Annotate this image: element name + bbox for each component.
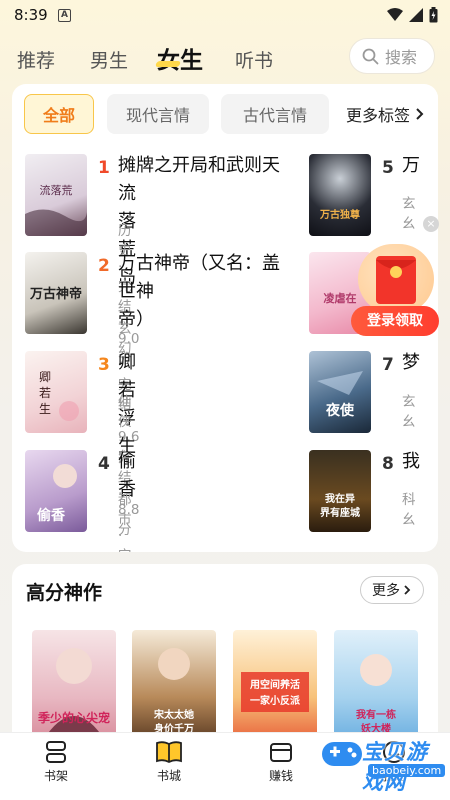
svg-text:若: 若 bbox=[39, 386, 51, 400]
book-rank: 7 bbox=[382, 355, 394, 375]
book-title[interactable]: 摊牌之开局和武则天 bbox=[118, 152, 280, 180]
status-time: 8:39 bbox=[14, 6, 48, 24]
tab-male[interactable]: 男生 bbox=[90, 46, 128, 73]
svg-text:生: 生 bbox=[39, 402, 51, 416]
search-label: 搜索 bbox=[385, 48, 418, 67]
nav-label: 书城 bbox=[156, 769, 181, 783]
wallet-icon bbox=[270, 743, 292, 762]
tag-modern-romance[interactable]: 现代言情 bbox=[107, 94, 209, 134]
book-cover[interactable]: 宋太太她 身价千万 bbox=[132, 630, 216, 742]
book-title[interactable]: 万古神帝（又名：盖 bbox=[118, 250, 280, 278]
book-title[interactable]: 我 bbox=[402, 448, 420, 476]
nav-bookstore[interactable]: 书城 bbox=[139, 739, 199, 784]
svg-text:我在异: 我在异 bbox=[325, 492, 355, 505]
book-meta: 都市 · 完结 · 9.4分 bbox=[118, 492, 132, 552]
tab-female[interactable]: 女生 bbox=[157, 41, 203, 75]
svg-text:用空间养活: 用空间养活 bbox=[249, 678, 300, 691]
chevron-right-icon bbox=[416, 108, 424, 120]
svg-text:我有一栋: 我有一栋 bbox=[356, 708, 396, 721]
status-icons bbox=[387, 7, 438, 23]
red-envelope-promo[interactable] bbox=[358, 244, 434, 314]
svg-text:凌虐在: 凌虐在 bbox=[324, 291, 357, 305]
book-cover[interactable]: 流落荒 bbox=[25, 154, 87, 236]
svg-text:夜使: 夜使 bbox=[325, 402, 355, 419]
book-cover[interactable]: 卿若生 bbox=[25, 351, 87, 433]
book-cover[interactable]: 用空间养活一家小反派 bbox=[233, 630, 317, 742]
watermark: 宝贝游戏网 baobeiy.com bbox=[318, 734, 446, 794]
signal-icon bbox=[409, 8, 423, 22]
book-meta: 玄幺 bbox=[402, 196, 416, 232]
close-icon[interactable]: × bbox=[423, 216, 439, 232]
book-rank: 1 bbox=[98, 158, 110, 178]
active-tab-indicator bbox=[154, 61, 182, 67]
tab-recommend[interactable]: 推荐 bbox=[17, 46, 55, 73]
tag-all[interactable]: 全部 bbox=[24, 94, 94, 134]
section-title: 高分神作 bbox=[26, 582, 103, 604]
book-meta: 科幺 bbox=[402, 492, 416, 528]
chevron-right-icon bbox=[404, 585, 411, 595]
login-claim-button[interactable]: 登录领取 bbox=[351, 306, 439, 336]
book-cover[interactable]: 夜使 bbox=[309, 351, 371, 433]
svg-text:偷香: 偷香 bbox=[37, 507, 66, 524]
tag-ancient-romance[interactable]: 古代言情 bbox=[221, 94, 329, 134]
tag-filter-bar: 全部 现代言情 古代言情 更多标签 bbox=[24, 94, 438, 136]
wifi-icon bbox=[387, 8, 403, 21]
status-bar: 8:39 A bbox=[0, 0, 450, 32]
svg-text:万古独尊: 万古独尊 bbox=[319, 208, 360, 221]
bookshelf-icon bbox=[46, 741, 66, 763]
search-button[interactable]: 搜索 bbox=[349, 38, 435, 74]
battery-icon bbox=[429, 7, 438, 23]
gamepad-icon bbox=[322, 742, 362, 766]
book-cover[interactable]: 偷香 bbox=[25, 450, 87, 532]
svg-text:万古神帝: 万古神帝 bbox=[29, 286, 82, 302]
svg-text:界有座城: 界有座城 bbox=[320, 506, 360, 519]
book-rank: 3 bbox=[98, 355, 110, 375]
tab-audiobook[interactable]: 听书 bbox=[235, 46, 273, 73]
book-title[interactable]: 梦 bbox=[402, 349, 420, 377]
svg-text:宋太太她: 宋太太她 bbox=[153, 708, 194, 721]
book-rank: 2 bbox=[98, 256, 110, 276]
high-score-card: 高分神作 更多 季少的心尖宠 宋太太她 身价千万 用空间养活一家小反派 我有一栋妖… bbox=[12, 564, 438, 750]
more-tags-label: 更多标签 bbox=[346, 106, 411, 125]
more-button[interactable]: 更多 bbox=[360, 576, 424, 604]
book-rank: 8 bbox=[382, 454, 394, 474]
svg-text:流落荒: 流落荒 bbox=[40, 183, 73, 197]
book-rank: 4 bbox=[98, 454, 110, 474]
book-cover[interactable]: 万古独尊 bbox=[309, 154, 371, 236]
book-rank: 5 bbox=[382, 158, 394, 178]
nav-earn[interactable]: 赚钱 bbox=[251, 739, 311, 784]
more-tags-button[interactable]: 更多标签 bbox=[344, 94, 438, 134]
svg-text:季少的心尖宠: 季少的心尖宠 bbox=[37, 710, 110, 725]
svg-text:一家小反派: 一家小反派 bbox=[250, 694, 301, 707]
book-meta: 玄幺 bbox=[402, 394, 416, 430]
search-icon bbox=[362, 48, 379, 64]
notification-icon: A bbox=[58, 9, 71, 22]
book-cover[interactable]: 万古神帝 bbox=[25, 252, 87, 334]
nav-label: 赚钱 bbox=[268, 769, 293, 783]
red-envelope-icon bbox=[376, 256, 416, 304]
open-book-icon bbox=[156, 741, 182, 764]
svg-text:卿: 卿 bbox=[39, 370, 51, 384]
book-cover[interactable]: 我在异 界有座城 bbox=[309, 450, 371, 532]
watermark-url: baobeiy.com bbox=[368, 764, 446, 777]
more-label: 更多 bbox=[372, 583, 400, 599]
book-title[interactable]: 万 bbox=[402, 152, 420, 180]
book-cover[interactable]: 季少的心尖宠 bbox=[32, 630, 116, 742]
book-cover[interactable]: 我有一栋 妖大楼 bbox=[334, 630, 418, 742]
nav-bookshelf[interactable]: 书架 bbox=[26, 739, 86, 784]
nav-label: 书架 bbox=[43, 769, 68, 783]
